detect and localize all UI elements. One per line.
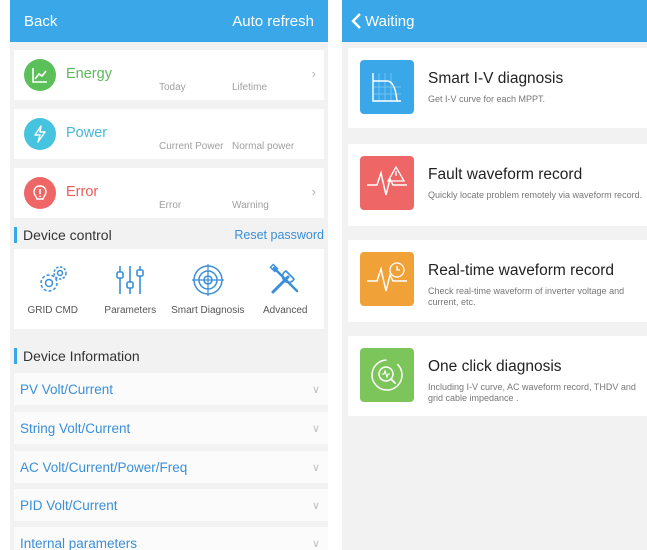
- chevron-down-icon: ∨: [311, 422, 320, 435]
- info-row-pv[interactable]: PV Volt/Current ∨: [14, 373, 328, 405]
- right-header: Waiting: [342, 0, 647, 42]
- energy-card[interactable]: Energy Today Lifetime ›: [14, 50, 324, 100]
- device-information-heading: Device Information: [14, 348, 140, 364]
- realtime-waveform-desc: Check real-time waveform of inverter vol…: [428, 286, 625, 307]
- iv-curve-icon: [360, 60, 414, 114]
- current-power-label: Current Power: [159, 141, 224, 152]
- error-card[interactable]: Error Error Warning ›: [14, 168, 324, 218]
- info-row-ac[interactable]: AC Volt/Current/Power/Freq ∨: [14, 451, 328, 483]
- one-click-title: One click diagnosis: [428, 358, 562, 375]
- advanced-button[interactable]: Advanced: [247, 249, 325, 329]
- chart-icon: [24, 59, 56, 91]
- normal-power-label: Normal power: [232, 141, 295, 152]
- info-row-label: AC Volt/Current/Power/Freq: [20, 459, 188, 475]
- smart-diagnosis-label: Smart Diagnosis: [171, 305, 245, 316]
- smart-iv-desc: Get I-V curve for each MPPT.: [428, 94, 546, 104]
- chevron-down-icon: ∨: [311, 461, 320, 474]
- power-title: Power: [66, 125, 108, 141]
- info-row-label: PV Volt/Current: [20, 381, 114, 397]
- one-click-diagnosis-item[interactable]: One click diagnosis Including I-V curve,…: [348, 336, 647, 416]
- parameters-label: Parameters: [104, 305, 157, 316]
- smart-iv-diagnosis-item[interactable]: Smart I-V diagnosis Get I-V curve for ea…: [348, 48, 647, 128]
- grid-cmd-button[interactable]: GRID CMD: [14, 249, 92, 329]
- error-title: Error: [66, 184, 99, 200]
- smart-diagnosis-button[interactable]: Smart Diagnosis: [169, 249, 247, 329]
- grid-cmd-label: GRID CMD: [27, 305, 79, 316]
- device-control-heading: Device control: [14, 227, 112, 243]
- advanced-label: Advanced: [263, 305, 308, 316]
- lightning-icon: [24, 118, 56, 150]
- realtime-waveform-title: Real-time waveform record: [428, 262, 615, 279]
- energy-title: Energy: [66, 66, 112, 82]
- realtime-waveform-icon: [360, 252, 414, 306]
- smart-iv-title: Smart I-V diagnosis: [428, 70, 564, 87]
- energy-today-label: Today: [159, 82, 186, 93]
- info-row-label: Internal parameters: [20, 535, 138, 550]
- chevron-down-icon: ∨: [311, 383, 320, 396]
- warning-icon: [24, 177, 56, 209]
- device-information-header: Device Information: [14, 346, 324, 366]
- auto-refresh-button[interactable]: Auto refresh: [232, 13, 314, 30]
- fault-waveform-icon: [360, 156, 414, 210]
- warning-label: Warning: [232, 200, 269, 211]
- reset-password-link[interactable]: Reset password: [234, 228, 324, 242]
- waiting-label: Waiting: [365, 12, 415, 30]
- chevron-down-icon: ∨: [311, 499, 320, 512]
- diagnosis-panel: Waiting Smart I-V diagnosis Get I-V curv…: [342, 0, 647, 550]
- left-header: Back Auto refresh: [10, 0, 328, 42]
- target-icon: [191, 264, 224, 296]
- info-row-label: PID Volt/Current: [20, 497, 118, 513]
- fault-waveform-desc: Quickly locate problem remotely via wave…: [428, 190, 643, 200]
- info-row-internal[interactable]: Internal parameters ∨: [14, 527, 328, 550]
- chevron-left-icon: [351, 13, 361, 29]
- chevron-right-icon: ›: [311, 66, 316, 81]
- info-row-pid[interactable]: PID Volt/Current ∨: [14, 489, 328, 521]
- one-click-desc: Including I-V curve, AC waveform record,…: [428, 382, 636, 403]
- tools-icon: [269, 263, 299, 294]
- back-button[interactable]: Back: [24, 13, 57, 30]
- device-control-header: Device control Reset password: [14, 225, 324, 245]
- fault-waveform-item[interactable]: Fault waveform record Quickly locate pro…: [348, 144, 647, 226]
- back-button[interactable]: Waiting: [350, 12, 414, 30]
- power-card[interactable]: Power Current Power Normal power: [14, 109, 324, 159]
- chevron-right-icon: ›: [311, 184, 316, 199]
- realtime-waveform-item[interactable]: Real-time waveform record Check real-tim…: [348, 240, 647, 322]
- fault-waveform-title: Fault waveform record: [428, 166, 583, 183]
- parameters-button[interactable]: Parameters: [92, 249, 170, 329]
- gears-icon: [40, 266, 67, 292]
- info-row-label: String Volt/Current: [20, 420, 131, 436]
- energy-lifetime-label: Lifetime: [232, 82, 268, 93]
- info-row-string[interactable]: String Volt/Current ∨: [14, 412, 328, 444]
- one-click-diagnosis-icon: [360, 348, 414, 402]
- device-control-grid: GRID CMD Parameters Smart Diagnosis Adva…: [14, 249, 324, 329]
- sliders-icon: [116, 266, 145, 294]
- chevron-down-icon: ∨: [311, 537, 320, 550]
- device-panel: Back Auto refresh Energy Today Lifetime …: [10, 0, 328, 550]
- error-label: Error: [159, 200, 182, 211]
